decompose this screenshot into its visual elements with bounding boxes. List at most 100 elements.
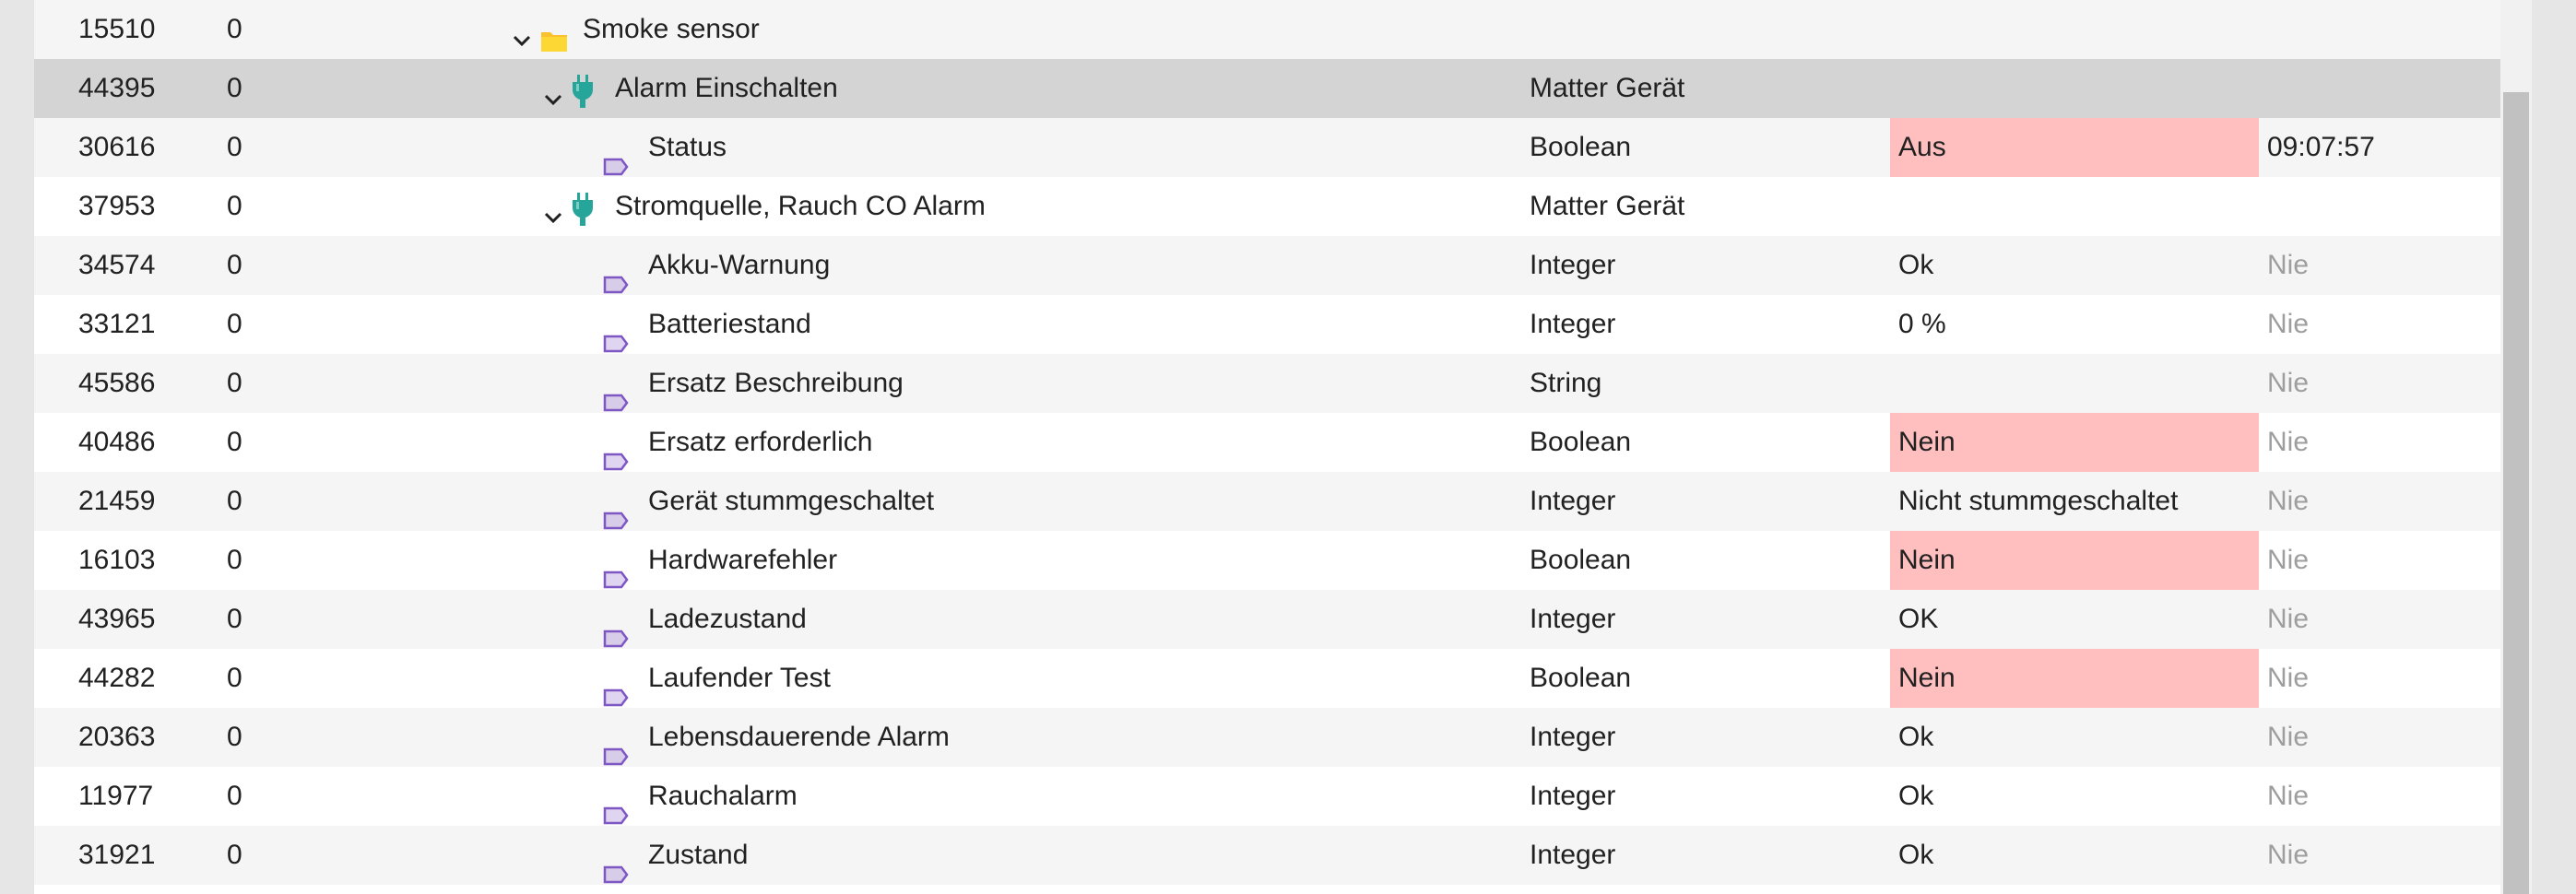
row-ref-count: 0 bbox=[227, 486, 242, 516]
row-timestamp: Nie bbox=[2267, 545, 2310, 575]
row-type: Integer bbox=[1530, 781, 1616, 811]
row-id: 16103 bbox=[78, 545, 156, 575]
table-row[interactable]: 45586 0 Ersatz Beschreibung String Nie bbox=[34, 354, 2500, 413]
table-row[interactable]: 37953 0 Stromquelle, Rauch CO Alarm Matter … bbox=[34, 177, 2500, 236]
row-id: 30616 bbox=[78, 132, 156, 162]
row-name: Batteriestand bbox=[648, 309, 811, 339]
row-ref-count: 0 bbox=[227, 368, 242, 398]
row-value: Aus bbox=[1890, 118, 2259, 177]
row-timestamp: Nie bbox=[2267, 309, 2310, 339]
row-type: Boolean bbox=[1530, 427, 1632, 457]
scrollbar-thumb[interactable] bbox=[2503, 92, 2529, 894]
row-name: Smoke sensor bbox=[583, 14, 760, 44]
object-tree-table: 15510 0 Smoke sensor 44395 0 Alarm Einschalte… bbox=[34, 0, 2500, 894]
chevron-down-icon[interactable] bbox=[509, 17, 535, 47]
row-id: 40486 bbox=[78, 427, 156, 457]
table-row[interactable]: 31921 0 Zustand Integer Ok Nie bbox=[34, 826, 2500, 885]
table-row[interactable]: 44395 0 Alarm Einschalten Matter Gerät bbox=[34, 59, 2500, 118]
row-type: Boolean bbox=[1530, 663, 1632, 693]
row-name: Status bbox=[648, 132, 727, 162]
row-ref-count: 0 bbox=[227, 781, 242, 811]
table-row[interactable]: 16103 0 Hardwarefehler Boolean Nein Nie bbox=[34, 531, 2500, 590]
row-ref-count: 0 bbox=[227, 73, 242, 103]
row-value: OK bbox=[1898, 604, 1939, 634]
row-name: Ersatz erforderlich bbox=[648, 427, 873, 457]
row-name: Ersatz Beschreibung bbox=[648, 368, 904, 398]
table-row[interactable]: 43965 0 Ladezustand Integer OK Nie bbox=[34, 590, 2500, 649]
row-timestamp: 09:07:57 bbox=[2267, 132, 2375, 162]
row-id: 11977 bbox=[78, 781, 154, 811]
row-value: Nein bbox=[1890, 649, 2259, 708]
table-row[interactable] bbox=[34, 885, 2500, 890]
row-name: Stromquelle, Rauch CO Alarm bbox=[615, 191, 986, 221]
row-ref-count: 0 bbox=[227, 840, 242, 870]
row-ref-count: 0 bbox=[227, 191, 242, 221]
row-id: 31921 bbox=[78, 840, 156, 870]
table-row[interactable]: 34574 0 Akku-Warnung Integer Ok Nie bbox=[34, 236, 2500, 295]
row-name: Lebensdauerende Alarm bbox=[648, 722, 950, 752]
row-id: 33121 bbox=[78, 309, 156, 339]
row-ref-count: 0 bbox=[227, 545, 242, 575]
row-value: Ok bbox=[1898, 250, 1934, 280]
row-value bbox=[1890, 354, 2259, 413]
row-type: Integer bbox=[1530, 604, 1616, 634]
row-name: Hardwarefehler bbox=[648, 545, 838, 575]
row-name: Gerät stummgeschaltet bbox=[648, 486, 935, 516]
row-timestamp: Nie bbox=[2267, 840, 2310, 870]
table-row[interactable]: 33121 0 Batteriestand Integer 0 % Nie bbox=[34, 295, 2500, 354]
row-name: Zustand bbox=[648, 840, 749, 870]
row-id: 44282 bbox=[78, 663, 156, 693]
row-timestamp: Nie bbox=[2267, 663, 2310, 693]
row-name: Rauchalarm bbox=[648, 781, 798, 811]
table-row[interactable]: 21459 0 Gerät stummgeschaltet Integer Nicht … bbox=[34, 472, 2500, 531]
row-id: 34574 bbox=[78, 250, 156, 280]
row-value: Nicht stummgeschaltet bbox=[1898, 486, 2179, 516]
row-type: Integer bbox=[1530, 722, 1616, 752]
row-type: Matter Gerät bbox=[1530, 73, 1685, 103]
row-ref-count: 0 bbox=[227, 250, 242, 280]
row-type: Matter Gerät bbox=[1530, 191, 1685, 221]
row-timestamp: Nie bbox=[2267, 427, 2310, 457]
table-row[interactable]: 30616 0 Status Boolean Aus 09:07:57 bbox=[34, 118, 2500, 177]
row-type: String bbox=[1530, 368, 1602, 398]
table-row[interactable]: 20363 0 Lebensdauerende Alarm Integer Ok Nie bbox=[34, 708, 2500, 767]
row-ref-count: 0 bbox=[227, 722, 242, 752]
table-body: 15510 0 Smoke sensor 44395 0 Alarm Einschalte… bbox=[34, 0, 2500, 890]
row-timestamp: Nie bbox=[2267, 722, 2310, 752]
row-type: Boolean bbox=[1530, 545, 1632, 575]
row-value: Ok bbox=[1898, 781, 1934, 811]
row-ref-count: 0 bbox=[227, 14, 242, 44]
row-ref-count: 0 bbox=[227, 309, 242, 339]
row-name: Ladezustand bbox=[648, 604, 807, 634]
row-timestamp: Nie bbox=[2267, 250, 2310, 280]
row-value: Nein bbox=[1890, 531, 2259, 590]
row-value bbox=[1890, 0, 2259, 59]
row-name: Alarm Einschalten bbox=[615, 73, 838, 103]
row-id: 15510 bbox=[78, 14, 156, 44]
row-timestamp: Nie bbox=[2267, 486, 2310, 516]
row-id: 20363 bbox=[78, 722, 156, 752]
row-id: 43965 bbox=[78, 604, 156, 634]
row-id: 44395 bbox=[78, 73, 156, 103]
table-row[interactable]: 44282 0 Laufender Test Boolean Nein Nie bbox=[34, 649, 2500, 708]
vertical-scrollbar[interactable] bbox=[2500, 0, 2532, 894]
row-ref-count: 0 bbox=[227, 132, 242, 162]
row-type: Integer bbox=[1530, 486, 1616, 516]
row-name: Laufender Test bbox=[648, 663, 831, 693]
row-value bbox=[1890, 59, 2259, 118]
table-row[interactable]: 15510 0 Smoke sensor bbox=[34, 0, 2500, 59]
chevron-down-icon[interactable] bbox=[540, 194, 566, 224]
table-row[interactable]: 11977 0 Rauchalarm Integer Ok Nie bbox=[34, 767, 2500, 826]
row-type: Integer bbox=[1530, 250, 1616, 280]
table-row[interactable]: 40486 0 Ersatz erforderlich Boolean Nein Nie bbox=[34, 413, 2500, 472]
chevron-down-icon[interactable] bbox=[540, 76, 566, 106]
row-id: 21459 bbox=[78, 486, 156, 516]
row-value: 0 % bbox=[1898, 309, 1946, 339]
row-value: Ok bbox=[1898, 840, 1934, 870]
row-timestamp: Nie bbox=[2267, 781, 2310, 811]
row-id: 37953 bbox=[78, 191, 156, 221]
row-ref-count: 0 bbox=[227, 663, 242, 693]
row-value: Ok bbox=[1898, 722, 1934, 752]
row-ref-count: 0 bbox=[227, 604, 242, 634]
row-type: Boolean bbox=[1530, 132, 1632, 162]
